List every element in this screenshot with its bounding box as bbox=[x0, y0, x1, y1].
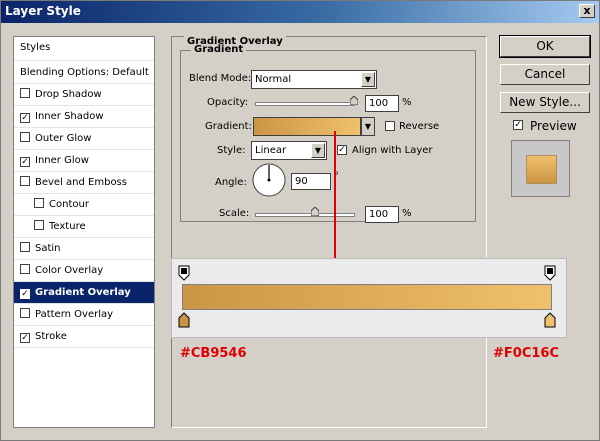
reverse-label: Reverse bbox=[399, 121, 440, 132]
style-value: Linear bbox=[255, 145, 287, 156]
style-item-outer-glow[interactable]: Outer Glow bbox=[14, 128, 154, 150]
style-item-stroke[interactable]: ✓ Stroke bbox=[14, 326, 154, 348]
ok-button[interactable]: OK bbox=[499, 35, 591, 58]
style-item-label: Texture bbox=[49, 221, 86, 232]
style-item-label: Drop Shadow bbox=[35, 89, 102, 100]
opacity-stop-right-icon[interactable] bbox=[544, 265, 556, 281]
scale-slider[interactable] bbox=[255, 207, 355, 217]
style-item-label: Inner Glow bbox=[35, 155, 89, 166]
opacity-label: Opacity: bbox=[207, 97, 249, 108]
angle-dial[interactable] bbox=[251, 162, 287, 198]
style-item-texture[interactable]: Texture bbox=[14, 216, 154, 238]
style-item-label: Color Overlay bbox=[35, 265, 104, 276]
style-item-blending-options-default[interactable]: Blending Options: Default bbox=[14, 62, 154, 84]
style-item-inner-glow[interactable]: ✓ Inner Glow bbox=[14, 150, 154, 172]
preview-label: Preview bbox=[530, 119, 577, 133]
opacity-stop-left-icon[interactable] bbox=[178, 265, 190, 281]
style-label: Style: bbox=[217, 145, 246, 156]
style-item-checkbox[interactable] bbox=[34, 220, 44, 230]
gradient-editor-area bbox=[171, 258, 567, 338]
reverse-checkbox[interactable] bbox=[385, 121, 395, 131]
annotation-arrow-line bbox=[334, 131, 336, 266]
settings-panel: Gradient Overlay Gradient Blend Mode: No… bbox=[171, 36, 487, 428]
style-item-label: Styles bbox=[20, 42, 51, 53]
start-color-hex: #CB9546 bbox=[180, 346, 247, 361]
layer-style-dialog: Layer Style x Styles Blending Options: De… bbox=[0, 0, 600, 441]
style-item-color-overlay[interactable]: Color Overlay bbox=[14, 260, 154, 282]
angle-input[interactable]: 90 bbox=[291, 173, 331, 190]
style-item-label: Satin bbox=[35, 243, 61, 254]
style-item-label: Gradient Overlay bbox=[35, 287, 131, 298]
style-item-label: Pattern Overlay bbox=[35, 309, 114, 320]
style-preview bbox=[511, 140, 570, 197]
chevron-down-icon: ▼ bbox=[361, 72, 375, 87]
angle-label: Angle: bbox=[215, 177, 247, 188]
style-item-checkbox[interactable] bbox=[20, 132, 30, 142]
preview-swatch bbox=[526, 155, 557, 184]
style-item-inner-shadow[interactable]: ✓ Inner Shadow bbox=[14, 106, 154, 128]
style-item-checkbox[interactable]: ✓ bbox=[20, 333, 30, 343]
scale-percent: % bbox=[402, 208, 412, 219]
style-item-label: Bevel and Emboss bbox=[35, 177, 127, 188]
blend-mode-value: Normal bbox=[255, 74, 292, 85]
opacity-slider-thumb[interactable] bbox=[350, 96, 358, 105]
opacity-percent: % bbox=[402, 97, 412, 108]
style-select[interactable]: Linear ▼ bbox=[251, 141, 327, 160]
style-item-label: Contour bbox=[49, 199, 89, 210]
style-item-gradient-overlay[interactable]: ✓ Gradient Overlay bbox=[14, 282, 154, 304]
styles-list: Styles Blending Options: Default Drop Shad… bbox=[13, 36, 155, 428]
style-item-checkbox[interactable] bbox=[20, 264, 30, 274]
align-with-layer-checkbox[interactable]: ✓ bbox=[337, 145, 347, 155]
style-item-styles[interactable]: Styles bbox=[14, 37, 154, 61]
blend-mode-select[interactable]: Normal ▼ bbox=[251, 70, 377, 89]
opacity-input[interactable]: 100 bbox=[365, 95, 399, 112]
style-item-checkbox[interactable]: ✓ bbox=[20, 289, 30, 299]
style-item-checkbox[interactable]: ✓ bbox=[20, 113, 30, 123]
align-with-layer-label: Align with Layer bbox=[352, 145, 433, 156]
style-item-pattern-overlay[interactable]: Pattern Overlay bbox=[14, 304, 154, 326]
color-stop-right-icon[interactable] bbox=[544, 312, 556, 328]
close-icon[interactable]: x bbox=[579, 4, 595, 18]
group-title: Gradient bbox=[191, 44, 247, 55]
end-color-hex: #F0C16C bbox=[493, 346, 559, 361]
window-title: Layer Style bbox=[5, 4, 81, 18]
gradient-label: Gradient: bbox=[205, 121, 252, 132]
style-item-drop-shadow[interactable]: Drop Shadow bbox=[14, 84, 154, 106]
chevron-down-icon: ▼ bbox=[311, 143, 325, 158]
style-item-checkbox[interactable] bbox=[34, 198, 44, 208]
gradient-picker-chevron-icon[interactable]: ▼ bbox=[361, 117, 375, 136]
scale-slider-thumb[interactable] bbox=[310, 207, 319, 216]
style-item-contour[interactable]: Contour bbox=[14, 194, 154, 216]
preview-checkbox[interactable]: ✓ bbox=[513, 120, 523, 130]
style-item-checkbox[interactable] bbox=[20, 176, 30, 186]
style-item-label: Outer Glow bbox=[35, 133, 92, 144]
title-bar: Layer Style x bbox=[1, 1, 599, 23]
style-item-bevel-and-emboss[interactable]: Bevel and Emboss bbox=[14, 172, 154, 194]
style-item-checkbox[interactable] bbox=[20, 308, 30, 318]
new-style-button[interactable]: New Style... bbox=[500, 92, 590, 113]
opacity-slider[interactable] bbox=[255, 96, 358, 106]
blend-mode-label: Blend Mode: bbox=[189, 73, 252, 84]
color-stop-left-icon[interactable] bbox=[178, 312, 190, 328]
style-item-checkbox[interactable] bbox=[20, 242, 30, 252]
style-item-label: Blending Options: Default bbox=[20, 67, 149, 78]
scale-label: Scale: bbox=[219, 208, 250, 219]
style-item-satin[interactable]: Satin bbox=[14, 238, 154, 260]
style-item-label: Stroke bbox=[35, 331, 67, 342]
cancel-button[interactable]: Cancel bbox=[500, 64, 590, 85]
style-item-checkbox[interactable] bbox=[20, 88, 30, 98]
style-item-label: Inner Shadow bbox=[35, 111, 104, 122]
gradient-group: Gradient Blend Mode: Normal ▼ Opacity: 1… bbox=[180, 44, 476, 223]
gradient-swatch[interactable] bbox=[253, 117, 361, 136]
style-item-checkbox[interactable]: ✓ bbox=[20, 157, 30, 167]
scale-input[interactable]: 100 bbox=[365, 206, 399, 223]
gradient-bar[interactable] bbox=[182, 284, 552, 310]
